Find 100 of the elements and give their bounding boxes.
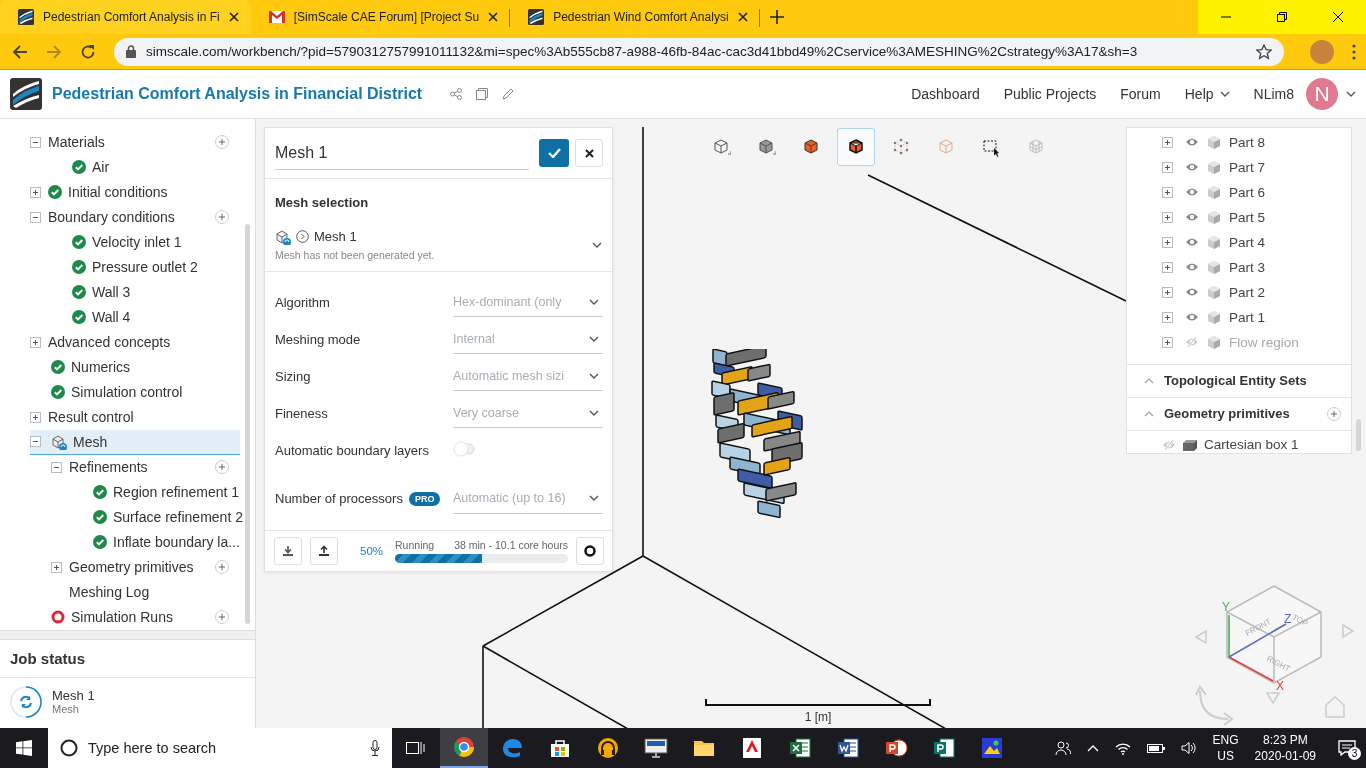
edit-icon[interactable] [502, 87, 515, 100]
close-icon[interactable] [228, 12, 239, 22]
tree-item[interactable]: Mesh [30, 429, 240, 455]
cube-icon [1207, 335, 1221, 350]
upload-button[interactable] [310, 536, 338, 565]
confirm-button[interactable] [539, 139, 569, 168]
scene-item[interactable]: Part 8 [1127, 129, 1351, 155]
browser-tab[interactable]: Pedestrian Comfort Analysis in Fi [0, 0, 251, 34]
close-icon[interactable] [737, 12, 748, 22]
tree-item[interactable]: Wall 3 [30, 279, 240, 305]
share-icon[interactable] [450, 87, 463, 100]
tree-item[interactable]: Refinements [30, 454, 240, 480]
tree-item[interactable]: Numerics [30, 354, 240, 380]
help-menu[interactable]: Help [1184, 85, 1230, 102]
tree-item[interactable]: Simulation control [30, 379, 240, 405]
expand-toggle-icon[interactable] [1162, 161, 1173, 173]
people-icon[interactable] [1054, 740, 1071, 756]
expand-toggle-icon[interactable] [1162, 236, 1173, 248]
collapse-toggle-icon[interactable] [51, 461, 62, 473]
nav-link[interactable]: Public Projects [1003, 85, 1097, 102]
caret-icon [589, 495, 599, 502]
search-box[interactable]: Type here to search [48, 728, 392, 768]
tree-item[interactable]: Velocity inlet 1 [30, 229, 240, 255]
download-button[interactable] [274, 536, 302, 565]
tree-item[interactable]: Air [30, 154, 240, 180]
scale-label: 1 [m] [803, 709, 833, 724]
scene-item[interactable]: Part 7 [1127, 154, 1351, 180]
section-header[interactable]: Topological Entity Sets [1127, 364, 1351, 398]
expand-toggle-icon[interactable] [1162, 261, 1173, 273]
scene-item[interactable]: Part 4 [1127, 229, 1351, 255]
tree-item[interactable]: Boundary conditions [30, 204, 240, 230]
tree-item[interactable]: Result control [30, 404, 240, 430]
publisher-icon [932, 736, 956, 760]
expand-toggle-icon[interactable] [30, 186, 41, 198]
browser-tab[interactable]: [SimScale CAE Forum] [Project Su [250, 0, 511, 34]
company-logo [10, 77, 42, 110]
new-tab-icon[interactable] [769, 10, 784, 24]
clock-date[interactable]: 2020-01-09 [1254, 748, 1316, 764]
stop-button[interactable] [576, 536, 604, 565]
wifi-icon[interactable] [1114, 741, 1131, 755]
more-menu-icon[interactable] [1352, 43, 1356, 60]
tree-item[interactable]: Pressure outlet 2 [30, 254, 240, 280]
collapse-toggle-icon[interactable] [30, 436, 41, 448]
upload-icon [318, 544, 330, 557]
scene-item[interactable]: Part 1 [1127, 304, 1351, 330]
scene-item[interactable]: Part 2 [1127, 279, 1351, 305]
scene-item[interactable]: Part 5 [1127, 204, 1351, 230]
cube-icon [1207, 235, 1221, 250]
clock-time[interactable]: 8:23 PM [1262, 732, 1308, 748]
volume-icon[interactable] [1180, 741, 1197, 755]
expand-toggle-icon[interactable] [1162, 311, 1173, 323]
caret-icon[interactable] [1346, 90, 1356, 97]
edged-cube-icon[interactable] [837, 127, 875, 166]
tree-item[interactable]: Meshing Log [30, 579, 240, 605]
nav-link[interactable]: Dashboard [911, 85, 980, 102]
tree-item[interactable]: Advanced concepts [30, 329, 240, 355]
mesh-selector[interactable]: Mesh 1 Mesh has not been generated yet. [275, 228, 602, 261]
reload-icon[interactable] [80, 43, 96, 60]
back-icon[interactable] [12, 43, 28, 60]
tree-item[interactable]: Region refinement 1 [30, 479, 240, 505]
copy-icon[interactable] [476, 87, 489, 100]
task-view-icon[interactable] [406, 740, 426, 756]
scene-item[interactable]: Part 6 [1127, 179, 1351, 205]
input-language[interactable]: ENG [1212, 732, 1239, 748]
user-name[interactable]: NLim8 [1253, 85, 1294, 102]
tree-item[interactable]: Materials [30, 129, 240, 155]
nav-link[interactable]: Forum [1120, 85, 1161, 102]
scene-item[interactable]: Cartesian box 1 [1127, 430, 1351, 459]
mesh-sync-icon [51, 433, 67, 450]
browser-tab[interactable]: Pedestrian Wind Comfort Analysi [510, 0, 760, 34]
scene-item[interactable]: Part 3 [1127, 254, 1351, 280]
collapse-toggle-icon[interactable] [30, 136, 41, 148]
section-header[interactable]: Geometry primitives [1127, 397, 1351, 431]
expand-toggle-icon[interactable] [1162, 286, 1173, 298]
tree-item[interactable]: Wall 4 [30, 304, 240, 330]
expand-toggle-icon[interactable] [30, 336, 41, 348]
expand-toggle-icon[interactable] [30, 411, 41, 423]
star-icon[interactable] [1256, 43, 1272, 60]
expand-toggle-icon[interactable] [51, 561, 62, 573]
collapse-toggle-icon[interactable] [30, 211, 41, 223]
address-bar[interactable]: simscale.com/workbench/?pid=5790312757991011132&mi=spec%3Ab555cb87-a988-46fb-84ac-cac3d41bbd49%2Cservice%3AMESHING%2Cstrategy%3A17&sh=3 [114, 37, 1284, 66]
toggle-switch[interactable] [453, 440, 475, 457]
check-circle-icon [51, 385, 65, 400]
caret-icon [589, 409, 599, 416]
close-button[interactable] [575, 139, 603, 168]
expand-toggle-icon[interactable] [1162, 336, 1173, 348]
expand-toggle-icon[interactable] [1162, 211, 1173, 223]
input-region[interactable]: US [1217, 748, 1234, 764]
battery-icon[interactable] [1146, 742, 1165, 754]
tree-item[interactable]: Inflate boundary la... [30, 529, 240, 555]
taskbar-app[interactable] [440, 728, 488, 768]
tree-item[interactable]: Geometry primitives [30, 554, 240, 580]
expand-toggle-icon[interactable] [1162, 136, 1173, 148]
close-icon[interactable] [488, 12, 499, 22]
expand-toggle-icon[interactable] [1162, 186, 1173, 198]
notification-icon[interactable] [1338, 740, 1356, 756]
microphone-icon[interactable] [370, 740, 380, 756]
tree-item[interactable]: Initial conditions [30, 179, 240, 205]
chevron-up-icon[interactable] [1086, 744, 1099, 752]
tree-item[interactable]: Simulation Runs [30, 604, 240, 630]
